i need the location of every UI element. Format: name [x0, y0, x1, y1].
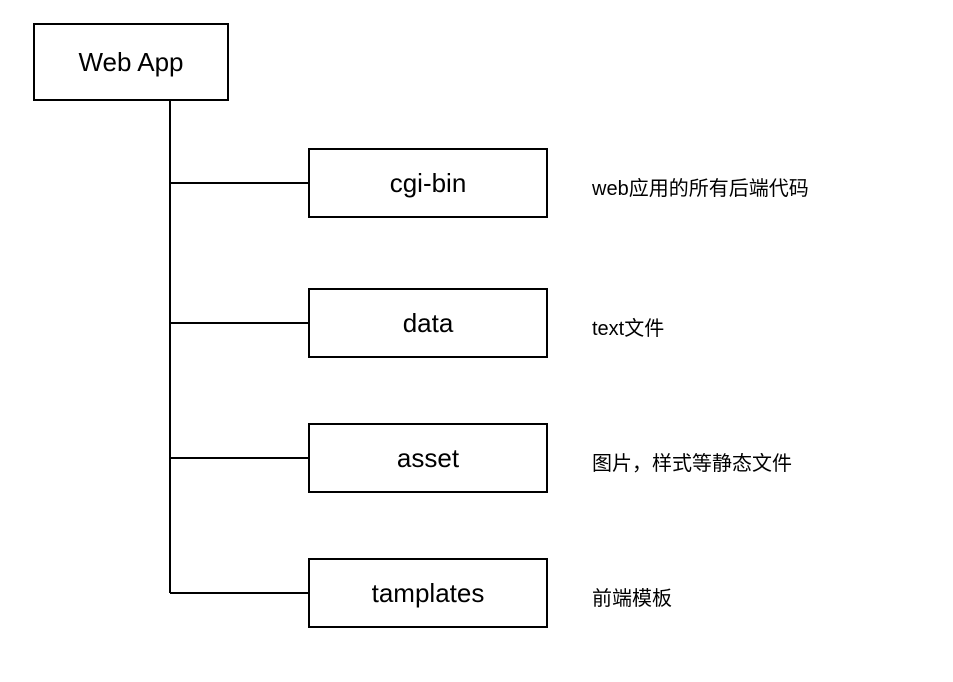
- child-node-description: text文件: [592, 312, 664, 341]
- child-node-label: data: [403, 308, 454, 339]
- root-node-label: Web App: [78, 47, 183, 78]
- child-node-box: data: [308, 288, 548, 358]
- child-node-description: web应用的所有后端代码: [592, 172, 809, 201]
- child-node-box: asset: [308, 423, 548, 493]
- child-node-description: 前端模板: [592, 582, 672, 611]
- child-node-box: cgi-bin: [308, 148, 548, 218]
- child-node-description: 图片，样式等静态文件: [592, 447, 792, 476]
- child-node-label: cgi-bin: [390, 168, 467, 199]
- child-node-label: tamplates: [372, 578, 485, 609]
- child-node-label: asset: [397, 443, 459, 474]
- child-node-box: tamplates: [308, 558, 548, 628]
- root-node-box: Web App: [33, 23, 229, 101]
